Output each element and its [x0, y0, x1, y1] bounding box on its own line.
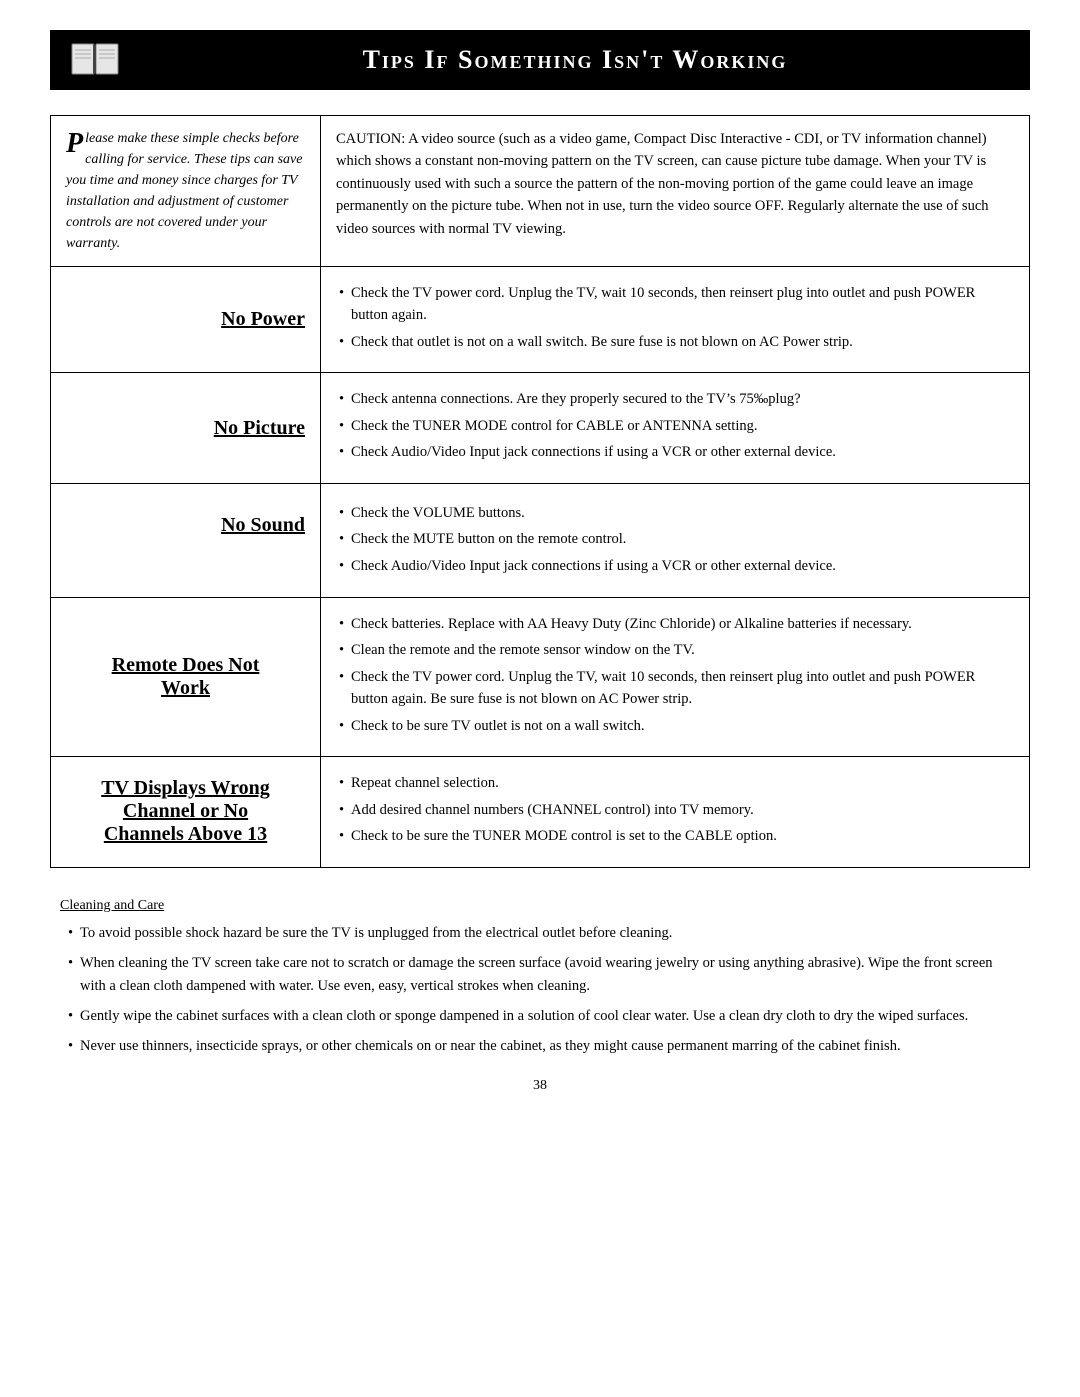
no-sound-label: No Sound [221, 514, 305, 537]
remote-bullet-2: Clean the remote and the remote sensor w… [339, 639, 1011, 661]
no-sound-bullet-2: Check the MUTE button on the remote cont… [339, 528, 1011, 550]
tv-displays-row: TV Displays Wrong Channel or No Channels… [51, 757, 1029, 866]
cleaning-bullet-1: To avoid possible shock hazard be sure t… [60, 922, 1020, 944]
tv-displays-bullet-2: Add desired channel numbers (CHANNEL con… [339, 799, 1011, 821]
tv-displays-bullets: Repeat channel selection. Add desired ch… [339, 772, 1011, 847]
page-number: 38 [50, 1078, 1030, 1094]
no-power-bullet-2: Check that outlet is not on a wall switc… [339, 331, 1011, 353]
cleaning-bullet-2: When cleaning the TV screen take care no… [60, 952, 1020, 997]
no-sound-row: No Sound Check the VOLUME buttons. Check… [51, 484, 1029, 598]
no-power-label: No Power [221, 308, 305, 331]
no-power-label-cell: No Power [51, 267, 321, 372]
intro-paragraph: Please make these simple checks before c… [66, 128, 305, 254]
no-power-bullet-1: Check the TV power cord. Unplug the TV, … [339, 282, 1011, 327]
tv-displays-content: Repeat channel selection. Add desired ch… [321, 757, 1029, 866]
remote-bullet-4: Check to be sure TV outlet is not on a w… [339, 715, 1011, 737]
cleaning-title: Cleaning and Care [60, 898, 1020, 914]
no-sound-bullets: Check the VOLUME buttons. Check the MUTE… [339, 502, 1011, 577]
cleaning-section: Cleaning and Care To avoid possible shoc… [50, 898, 1030, 1058]
caution-text-cell: CAUTION: A video source (such as a video… [321, 116, 1029, 266]
no-picture-label-cell: No Picture [51, 373, 321, 482]
no-power-bullets: Check the TV power cord. Unplug the TV, … [339, 282, 1011, 353]
no-sound-label-cell: No Sound [51, 484, 321, 597]
no-power-content: Check the TV power cord. Unplug the TV, … [321, 267, 1029, 372]
page-title: Tips If Something Isn't Working [140, 45, 1010, 75]
tv-displays-bullet-1: Repeat channel selection. [339, 772, 1011, 794]
remote-content: Check batteries. Replace with AA Heavy D… [321, 598, 1029, 756]
remote-bullet-3: Check the TV power cord. Unplug the TV, … [339, 666, 1011, 711]
caution-text: CAUTION: A video source (such as a video… [336, 131, 989, 237]
page-header: Tips If Something Isn't Working [50, 30, 1030, 90]
no-picture-content: Check antenna connections. Are they prop… [321, 373, 1029, 482]
no-picture-bullet-3: Check Audio/Video Input jack connections… [339, 441, 1011, 463]
intro-text-cell: Please make these simple checks before c… [51, 116, 321, 266]
no-sound-bullet-3: Check Audio/Video Input jack connections… [339, 555, 1011, 577]
cleaning-bullets: To avoid possible shock hazard be sure t… [60, 922, 1020, 1058]
tv-displays-label-line2: Channel or No [123, 800, 248, 823]
tv-displays-bullet-3: Check to be sure the TUNER MODE control … [339, 825, 1011, 847]
book-icon [70, 40, 120, 80]
main-content-box: Please make these simple checks before c… [50, 115, 1030, 868]
tv-displays-label-line3: Channels Above 13 [104, 823, 267, 846]
no-picture-bullet-1: Check antenna connections. Are they prop… [339, 388, 1011, 410]
no-sound-bullet-1: Check the VOLUME buttons. [339, 502, 1011, 524]
remote-label-line1: Remote Does Not [112, 654, 260, 677]
no-sound-content: Check the VOLUME buttons. Check the MUTE… [321, 484, 1029, 597]
no-picture-label: No Picture [214, 417, 305, 440]
drop-cap-p: P [66, 130, 83, 158]
cleaning-bullet-3: Gently wipe the cabinet surfaces with a … [60, 1005, 1020, 1027]
no-picture-row: No Picture Check antenna connections. Ar… [51, 373, 1029, 483]
remote-bullet-1: Check batteries. Replace with AA Heavy D… [339, 613, 1011, 635]
no-picture-bullet-2: Check the TUNER MODE control for CABLE o… [339, 415, 1011, 437]
intro-row: Please make these simple checks before c… [51, 116, 1029, 267]
no-picture-bullets: Check antenna connections. Are they prop… [339, 388, 1011, 463]
remote-bullets: Check batteries. Replace with AA Heavy D… [339, 613, 1011, 737]
remote-label-cell: Remote Does Not Work [51, 598, 321, 756]
remote-label-line2: Work [161, 677, 210, 700]
cleaning-bullet-4: Never use thinners, insecticide sprays, … [60, 1035, 1020, 1057]
no-power-row: No Power Check the TV power cord. Unplug… [51, 267, 1029, 373]
remote-row: Remote Does Not Work Check batteries. Re… [51, 598, 1029, 757]
tv-displays-label-line1: TV Displays Wrong [101, 777, 270, 800]
tv-displays-label-cell: TV Displays Wrong Channel or No Channels… [51, 757, 321, 866]
